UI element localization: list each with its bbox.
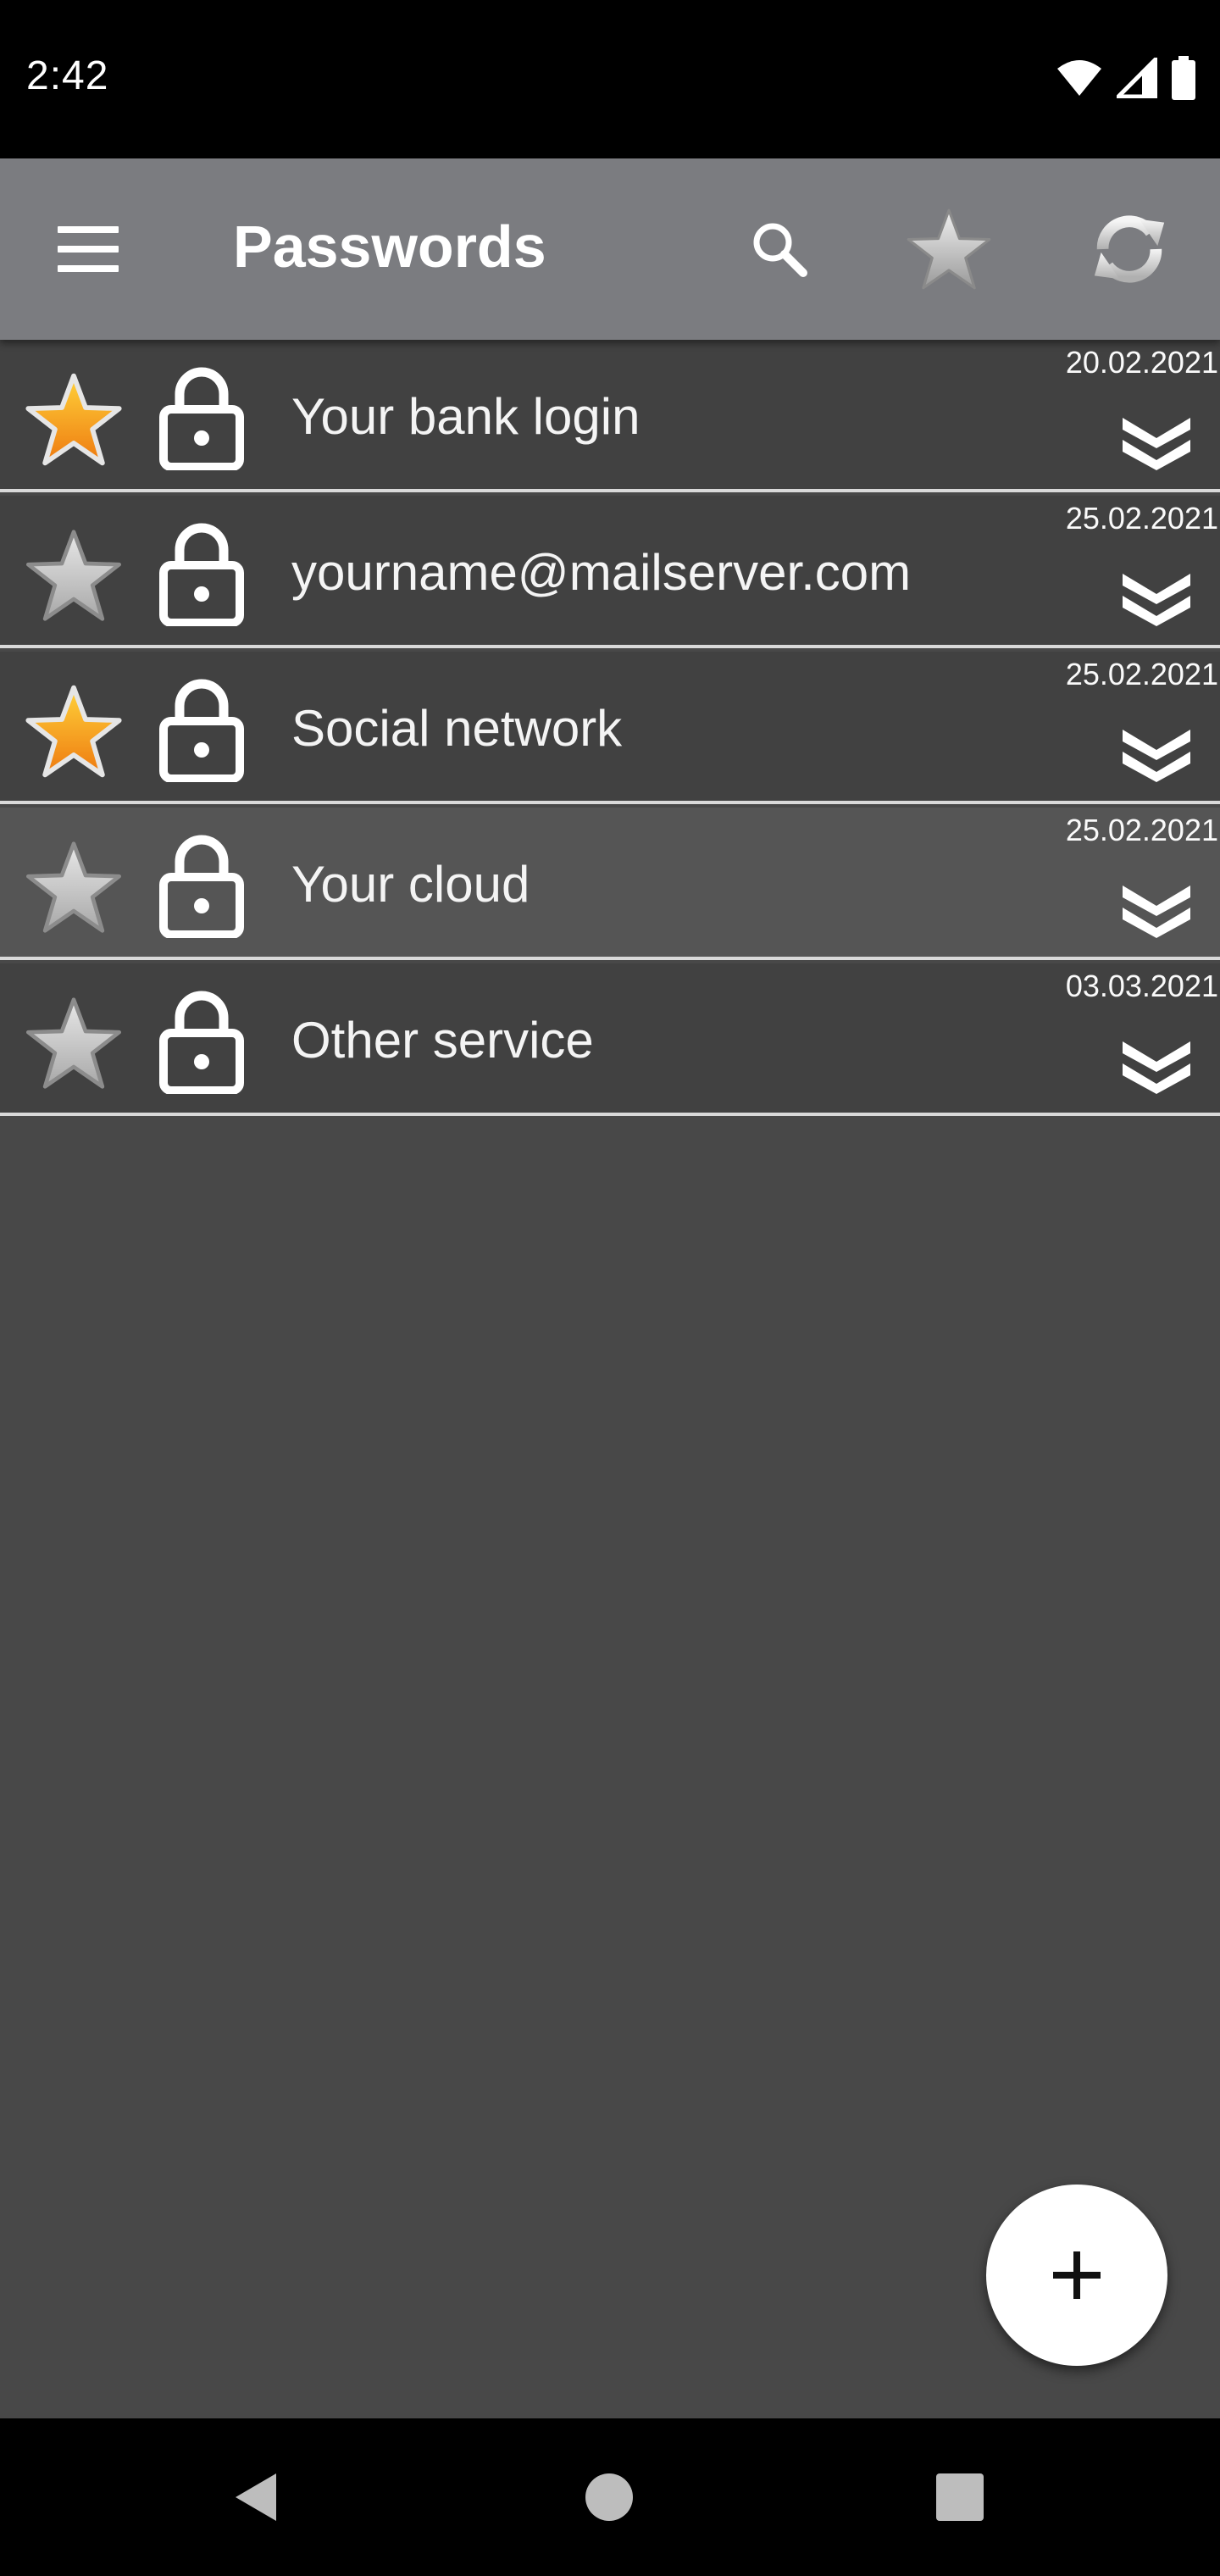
sync-button[interactable]	[1074, 194, 1184, 304]
expand-icon[interactable]	[1118, 411, 1195, 470]
recents-icon	[936, 2473, 984, 2521]
expand-icon[interactable]	[1118, 723, 1195, 782]
list-item[interactable]: Social network 25.02.2021	[0, 652, 1220, 804]
app-bar: Passwords	[0, 158, 1220, 340]
battery-icon	[1172, 56, 1195, 100]
favorite-star-icon[interactable]	[24, 684, 124, 779]
list-item[interactable]: Your cloud 25.02.2021	[0, 808, 1220, 960]
back-icon	[236, 2473, 276, 2521]
lock-icon	[159, 835, 244, 938]
add-entry-button[interactable]	[986, 2185, 1167, 2366]
navigation-bar	[0, 2418, 1220, 2576]
home-icon	[585, 2473, 633, 2521]
page-title: Passwords	[233, 214, 546, 280]
entry-name: yourname@mailserver.com	[291, 544, 912, 601]
favorite-star-icon[interactable]	[24, 528, 124, 623]
back-button[interactable]	[201, 2442, 311, 2552]
favorites-star-icon	[907, 208, 991, 290]
search-icon	[753, 223, 807, 277]
entry-date: 03.03.2021	[1065, 969, 1218, 1003]
lock-icon	[159, 679, 244, 782]
expand-icon[interactable]	[1118, 1035, 1195, 1094]
wifi-icon	[1057, 60, 1101, 96]
status-time: 2:42	[26, 53, 109, 98]
expand-icon[interactable]	[1118, 879, 1195, 938]
entry-name: Other service	[291, 1012, 594, 1069]
list-item[interactable]: Other service 03.03.2021	[0, 963, 1220, 1116]
password-list: Your bank login 20.02.2021 yourname@mail…	[0, 340, 1220, 2418]
entry-date: 25.02.2021	[1065, 657, 1218, 691]
home-button[interactable]	[554, 2442, 664, 2552]
lock-icon	[159, 991, 244, 1094]
favorites-filter-button[interactable]	[894, 194, 1004, 304]
entry-name: Your bank login	[291, 388, 640, 445]
lock-icon	[159, 367, 244, 470]
entry-name: Social network	[291, 700, 623, 757]
list-item[interactable]: yourname@mailserver.com 25.02.2021	[0, 496, 1220, 648]
favorite-star-icon[interactable]	[24, 840, 124, 935]
signal-icon	[1117, 58, 1157, 98]
entry-date: 25.02.2021	[1065, 501, 1218, 536]
entry-date: 25.02.2021	[1065, 813, 1218, 847]
search-button[interactable]	[724, 194, 835, 304]
menu-icon[interactable]	[56, 221, 120, 277]
entry-name: Your cloud	[291, 856, 530, 913]
entry-date: 20.02.2021	[1065, 345, 1218, 380]
sync-icon	[1094, 215, 1165, 283]
plus-icon	[1053, 2251, 1101, 2299]
favorite-star-icon[interactable]	[24, 372, 124, 467]
status-icons	[1056, 54, 1196, 102]
list-item[interactable]: Your bank login 20.02.2021	[0, 340, 1220, 492]
expand-icon[interactable]	[1118, 567, 1195, 626]
lock-icon	[159, 523, 244, 626]
recents-button[interactable]	[905, 2442, 1015, 2552]
favorite-star-icon[interactable]	[24, 996, 124, 1091]
status-bar: 2:42	[0, 0, 1220, 158]
